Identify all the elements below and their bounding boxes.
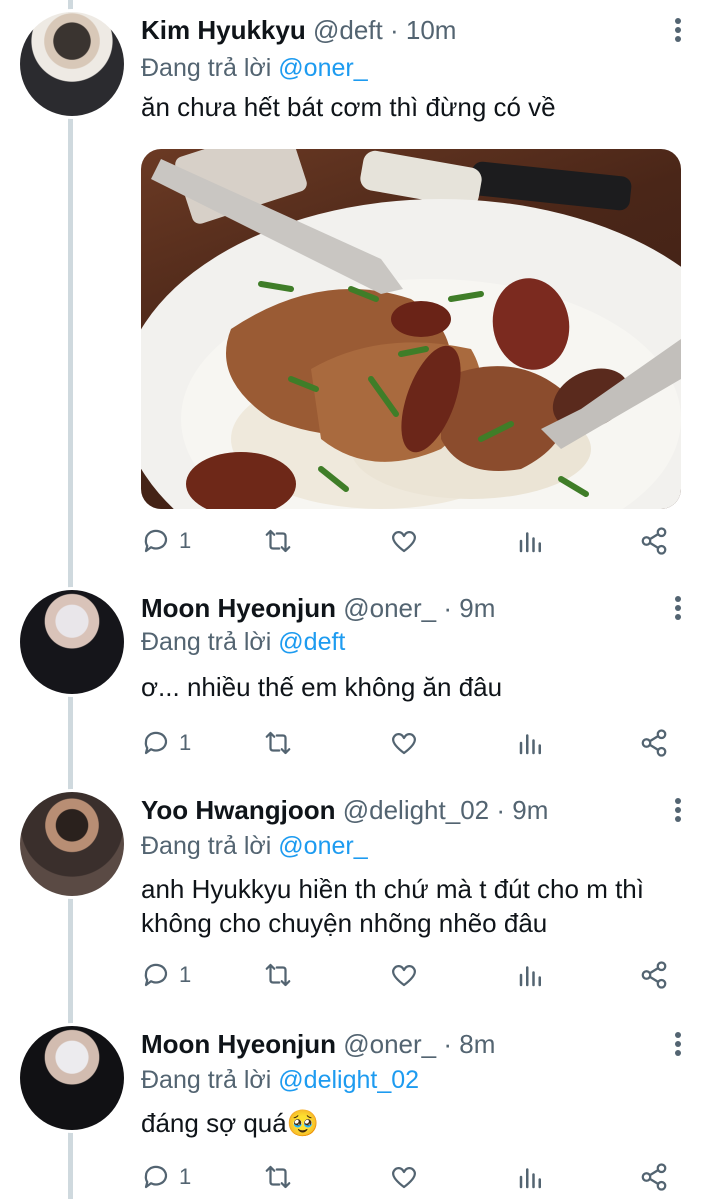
- reply-icon: [144, 731, 168, 755]
- views-button[interactable]: [516, 524, 546, 558]
- tweet-actions: 1: [141, 726, 681, 760]
- reply-icon: [144, 1165, 168, 1189]
- like-button[interactable]: [389, 1160, 419, 1194]
- replying-prefix: Đang trả lời: [141, 54, 272, 82]
- like-button[interactable]: [389, 524, 419, 558]
- share-button[interactable]: [639, 1160, 669, 1194]
- share-button[interactable]: [639, 726, 669, 760]
- timestamp[interactable]: 10m: [406, 15, 457, 45]
- share-button[interactable]: [639, 524, 669, 558]
- tweet-text: ăn chưa hết bát cơm thì đừng có về: [141, 92, 556, 122]
- more-vertical-icon[interactable]: [668, 796, 688, 826]
- tweet-actions: 1: [141, 524, 681, 558]
- display-name[interactable]: Yoo Hwangjoon: [141, 795, 336, 825]
- tweet-text: anh Hyukkyu hiền th chứ mà t đút cho m t…: [141, 874, 644, 938]
- retweet-icon: [265, 963, 291, 987]
- reply-button[interactable]: 1: [141, 524, 191, 558]
- tweet-header: Kim Hyukkyu @deft · 10m: [141, 14, 456, 46]
- share-icon: [641, 961, 667, 989]
- avatar[interactable]: [20, 590, 124, 694]
- avatar[interactable]: [20, 12, 124, 116]
- separator: ·: [443, 593, 453, 623]
- reply-count: 1: [179, 528, 192, 553]
- tweet-header: Moon Hyeonjun @oner_ · 8m: [141, 1028, 495, 1060]
- share-icon: [641, 729, 667, 757]
- views-button[interactable]: [516, 958, 546, 992]
- retweet-button[interactable]: [263, 958, 293, 992]
- replying-prefix: Đang trả lời: [141, 1066, 272, 1094]
- more-vertical-icon[interactable]: [668, 1030, 688, 1060]
- display-name[interactable]: Moon Hyeonjun: [141, 593, 336, 623]
- replying-to-mention[interactable]: @delight_02: [278, 1066, 419, 1094]
- reply-count: 1: [179, 1164, 192, 1189]
- retweet-icon: [265, 1165, 291, 1189]
- display-name[interactable]: Moon Hyeonjun: [141, 1029, 336, 1059]
- replying-to: Đang trả lời @deft: [141, 626, 345, 658]
- share-icon: [641, 527, 667, 555]
- replying-to: Đang trả lời @delight_02: [141, 1064, 419, 1096]
- retweet-button[interactable]: [263, 1160, 293, 1194]
- views-button[interactable]: [516, 726, 546, 760]
- retweet-icon: [265, 529, 291, 553]
- views-button[interactable]: [516, 1160, 546, 1194]
- timestamp[interactable]: 8m: [459, 1029, 495, 1059]
- handle[interactable]: @delight_02: [343, 795, 489, 825]
- tweet-actions: 1: [141, 958, 681, 992]
- avatar[interactable]: [20, 792, 124, 896]
- replying-to-mention[interactable]: @deft: [278, 628, 345, 656]
- like-button[interactable]: [389, 726, 419, 760]
- views-icon: [519, 966, 541, 987]
- tweet-text: đáng sợ quá🥹: [141, 1108, 320, 1138]
- reply-icon: [144, 963, 168, 987]
- replying-prefix: Đang trả lời: [141, 628, 272, 656]
- handle[interactable]: @deft: [313, 15, 383, 45]
- replying-to-mention[interactable]: @oner_: [278, 54, 367, 82]
- more-vertical-icon[interactable]: [668, 16, 688, 46]
- share-icon: [641, 1163, 667, 1191]
- retweet-button[interactable]: [263, 524, 293, 558]
- replying-to-mention[interactable]: @oner_: [278, 832, 367, 860]
- like-icon: [391, 732, 417, 755]
- separator: ·: [443, 1029, 453, 1059]
- replying-to: Đang trả lời @oner_: [141, 830, 368, 862]
- retweet-icon: [265, 731, 291, 755]
- handle[interactable]: @oner_: [343, 593, 436, 623]
- views-icon: [519, 532, 541, 553]
- reply-icon: [144, 529, 168, 553]
- reply-button[interactable]: 1: [141, 958, 191, 992]
- separator: ·: [496, 795, 506, 825]
- timestamp[interactable]: 9m: [459, 593, 495, 623]
- like-icon: [391, 530, 417, 553]
- share-button[interactable]: [639, 958, 669, 992]
- tweet-actions: 1: [141, 1160, 681, 1194]
- food-photo-illustration: [141, 149, 681, 509]
- reply-button[interactable]: 1: [141, 726, 191, 760]
- tweet-header: Yoo Hwangjoon @delight_02 · 9m: [141, 794, 548, 826]
- tweet-text: ơ... nhiều thế em không ăn đâu: [141, 672, 503, 702]
- views-icon: [519, 1168, 541, 1189]
- reply-count: 1: [179, 962, 192, 987]
- like-button[interactable]: [389, 958, 419, 992]
- timestamp[interactable]: 9m: [512, 795, 548, 825]
- display-name[interactable]: Kim Hyukkyu: [141, 15, 306, 45]
- avatar[interactable]: [20, 1026, 124, 1130]
- like-icon: [391, 964, 417, 987]
- tweet-header: Moon Hyeonjun @oner_ · 9m: [141, 592, 495, 624]
- handle[interactable]: @oner_: [343, 1029, 436, 1059]
- views-icon: [519, 734, 541, 755]
- separator: ·: [389, 15, 399, 45]
- tweet-photo[interactable]: [141, 149, 681, 509]
- reply-count: 1: [179, 730, 192, 755]
- retweet-button[interactable]: [263, 726, 293, 760]
- replying-prefix: Đang trả lời: [141, 832, 272, 860]
- reply-button[interactable]: 1: [141, 1160, 191, 1194]
- more-vertical-icon[interactable]: [668, 594, 688, 624]
- like-icon: [391, 1166, 417, 1189]
- replying-to: Đang trả lời @oner_: [141, 52, 368, 84]
